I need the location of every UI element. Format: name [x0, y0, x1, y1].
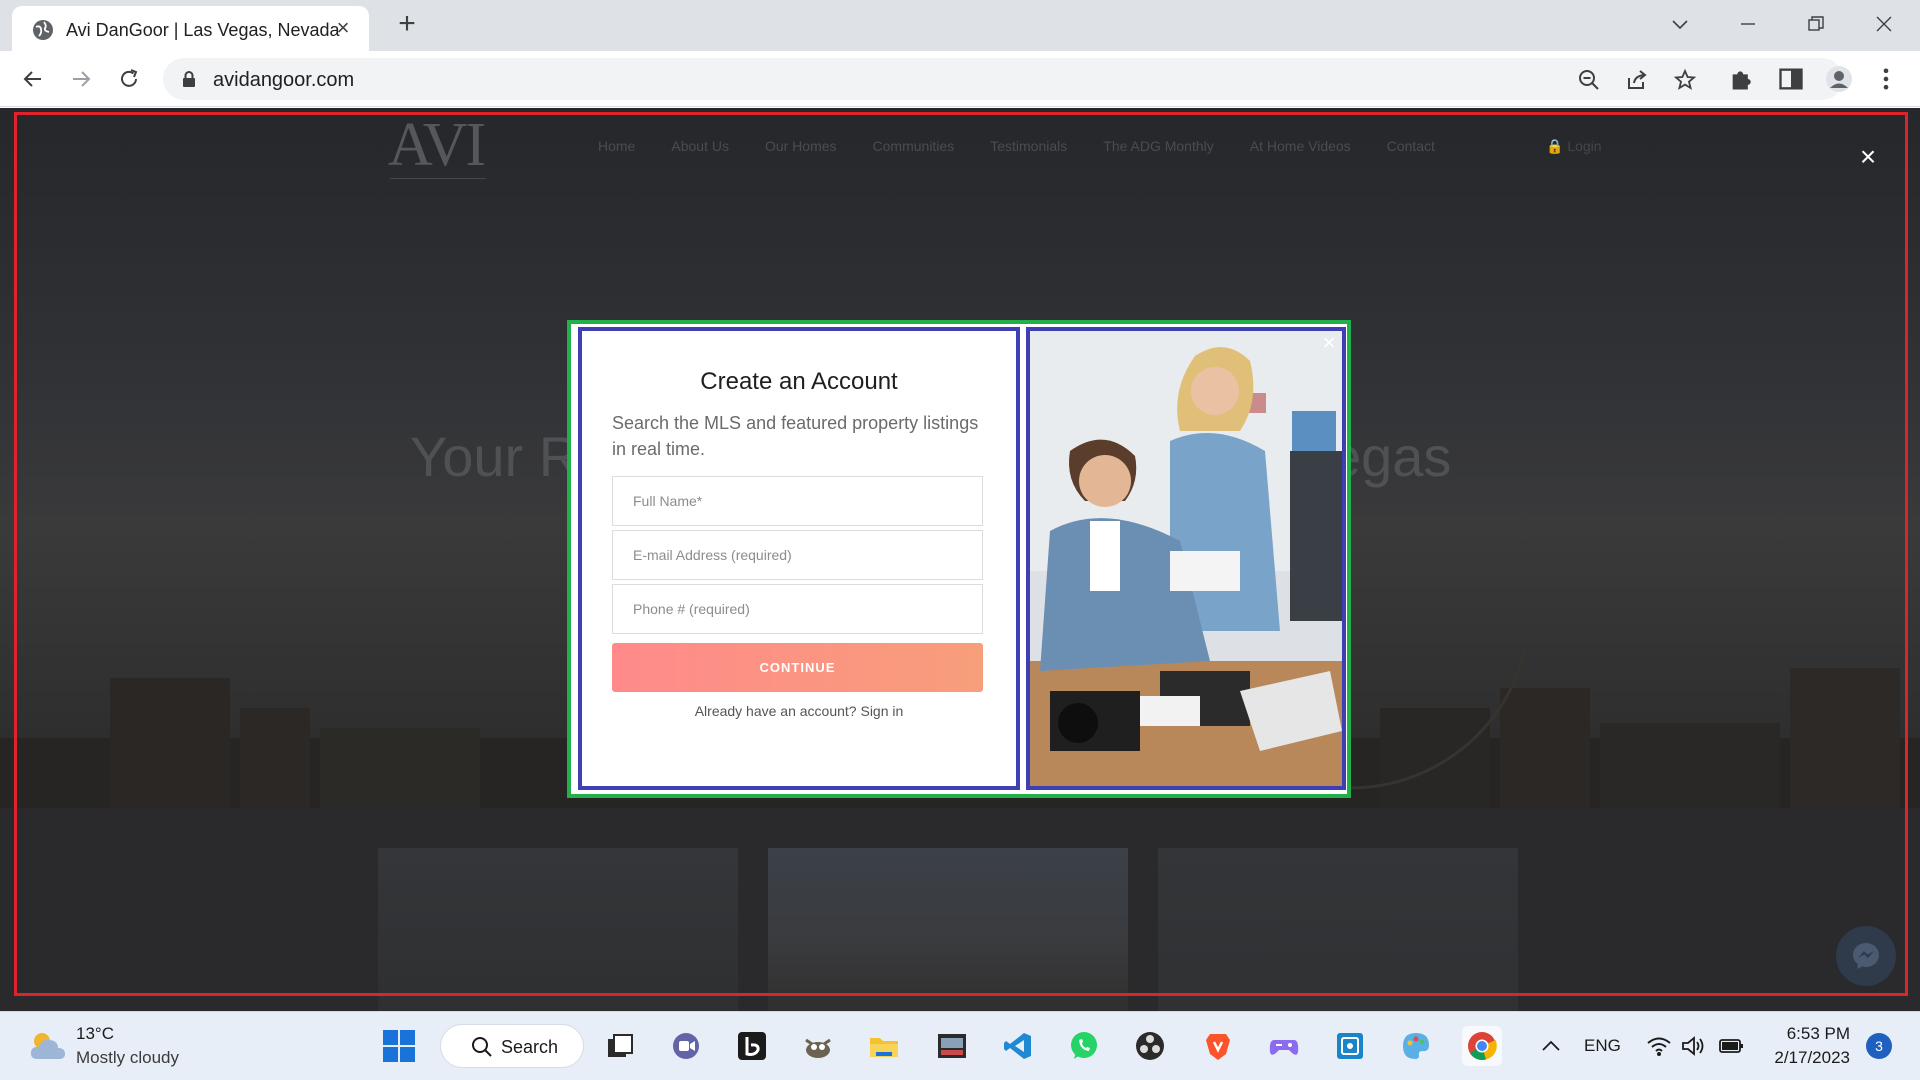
- hero-title-left: Your R: [410, 425, 580, 488]
- chevron-up-icon[interactable]: [1540, 1036, 1562, 1056]
- back-icon[interactable]: [18, 64, 48, 94]
- bing-app-icon[interactable]: [732, 1026, 772, 1066]
- weather-description[interactable]: Mostly cloudy: [76, 1048, 179, 1068]
- weather-temperature[interactable]: 13°C: [76, 1024, 114, 1044]
- listing-card[interactable]: [768, 848, 1128, 1011]
- messenger-chat-button[interactable]: [1836, 926, 1896, 986]
- close-icon[interactable]: ×: [1855, 143, 1881, 171]
- star-icon[interactable]: [1673, 68, 1697, 92]
- language-indicator[interactable]: ENG: [1584, 1036, 1621, 1056]
- nav-at-home-videos[interactable]: At Home Videos: [1250, 138, 1351, 154]
- chevron-down-icon[interactable]: [1660, 8, 1700, 40]
- task-view-icon[interactable]: [600, 1026, 640, 1066]
- game-controller-icon[interactable]: [1264, 1026, 1304, 1066]
- app-window-icon[interactable]: [1330, 1026, 1370, 1066]
- chrome-icon[interactable]: [1462, 1026, 1502, 1066]
- zoom-out-icon[interactable]: [1577, 68, 1601, 92]
- clock-time[interactable]: 6:53 PM: [1786, 1024, 1850, 1044]
- modal-subtitle: Search the MLS and featured property lis…: [612, 413, 979, 459]
- nav-contact[interactable]: Contact: [1387, 138, 1435, 154]
- taskbar-search[interactable]: Search: [440, 1024, 584, 1068]
- windows-start-icon[interactable]: [382, 1029, 416, 1063]
- browser-tab[interactable]: Avi DanGoor | Las Vegas, Nevada ×: [12, 6, 369, 51]
- whatsapp-icon[interactable]: [1064, 1026, 1104, 1066]
- profile-icon[interactable]: [1825, 65, 1853, 93]
- paint-icon[interactable]: [1396, 1026, 1436, 1066]
- teams-chat-icon[interactable]: [666, 1026, 706, 1066]
- share-icon[interactable]: [1625, 68, 1649, 92]
- site-nav: Home About Us Our Homes Communities Test…: [598, 138, 1471, 154]
- battery-icon[interactable]: [1718, 1034, 1746, 1058]
- restore-icon[interactable]: [1796, 8, 1836, 40]
- forward-icon[interactable]: [66, 64, 96, 94]
- side-panel-icon[interactable]: [1777, 65, 1805, 93]
- lock-icon: 🔒: [1546, 138, 1564, 154]
- email-field[interactable]: [612, 530, 983, 580]
- email-input[interactable]: [613, 531, 982, 579]
- logo-divider: [390, 178, 486, 179]
- nav-testimonials[interactable]: Testimonials: [990, 138, 1067, 154]
- listing-card[interactable]: [1158, 848, 1518, 1011]
- nav-our-homes[interactable]: Our Homes: [765, 138, 837, 154]
- close-icon[interactable]: [1864, 8, 1904, 40]
- search-label: Search: [501, 1037, 559, 1057]
- nav-about-us[interactable]: About Us: [671, 138, 729, 154]
- nav-communities[interactable]: Communities: [873, 138, 955, 154]
- modal-image-panel: [1026, 327, 1346, 790]
- url-text[interactable]: avidangoor.com: [213, 69, 354, 92]
- puzzle-icon[interactable]: [1728, 65, 1756, 93]
- volume-icon[interactable]: [1680, 1034, 1706, 1058]
- file-explorer-icon[interactable]: [864, 1026, 904, 1066]
- nav-adg-monthly[interactable]: The ADG Monthly: [1103, 138, 1214, 154]
- reload-icon[interactable]: [114, 64, 144, 94]
- cloud-icon[interactable]: [28, 1029, 68, 1063]
- minimize-icon[interactable]: [1728, 8, 1768, 40]
- app-thumbnail-icon[interactable]: [932, 1026, 972, 1066]
- wifi-icon[interactable]: [1646, 1034, 1672, 1058]
- obs-icon[interactable]: [1130, 1026, 1170, 1066]
- listing-card[interactable]: [378, 848, 738, 1011]
- plus-icon[interactable]: +: [392, 9, 422, 40]
- nav-home[interactable]: Home: [598, 138, 635, 154]
- phone-input[interactable]: [613, 585, 982, 633]
- phone-field[interactable]: [612, 584, 983, 634]
- login-label: Login: [1567, 138, 1602, 154]
- office-photo: [1030, 331, 1342, 786]
- clock-date[interactable]: 2/17/2023: [1768, 1048, 1850, 1068]
- messenger-icon: [1853, 943, 1879, 969]
- lock-icon[interactable]: [181, 70, 197, 88]
- address-bar[interactable]: avidangoor.com: [163, 58, 1843, 100]
- tab-title: Avi DanGoor | Las Vegas, Nevada: [66, 20, 340, 40]
- windows-taskbar: 13°C Mostly cloudy Search ENG 6:53 PM 2/…: [0, 1011, 1920, 1080]
- continue-button[interactable]: CONTINUE: [612, 643, 983, 692]
- close-icon[interactable]: ×: [331, 16, 355, 40]
- browser-tab-strip: Avi DanGoor | Las Vegas, Nevada × +: [0, 0, 1920, 51]
- vscode-icon[interactable]: [998, 1026, 1038, 1066]
- signin-link[interactable]: Already have an account? Sign in: [578, 703, 1020, 719]
- brave-icon[interactable]: [1198, 1026, 1238, 1066]
- notification-badge[interactable]: 3: [1866, 1033, 1892, 1059]
- gimp-icon[interactable]: [798, 1026, 838, 1066]
- full-name-field[interactable]: [612, 476, 983, 526]
- close-icon[interactable]: ×: [1318, 332, 1340, 354]
- browser-toolbar: avidangoor.com: [0, 51, 1920, 107]
- full-name-input[interactable]: [613, 477, 982, 525]
- site-logo[interactable]: AVI: [388, 110, 486, 181]
- login-link[interactable]: 🔒 Login: [1546, 138, 1602, 155]
- kebab-icon[interactable]: [1872, 65, 1900, 93]
- search-icon: [472, 1037, 492, 1057]
- globe-icon: [33, 20, 53, 40]
- modal-title: Create an Account: [700, 368, 898, 395]
